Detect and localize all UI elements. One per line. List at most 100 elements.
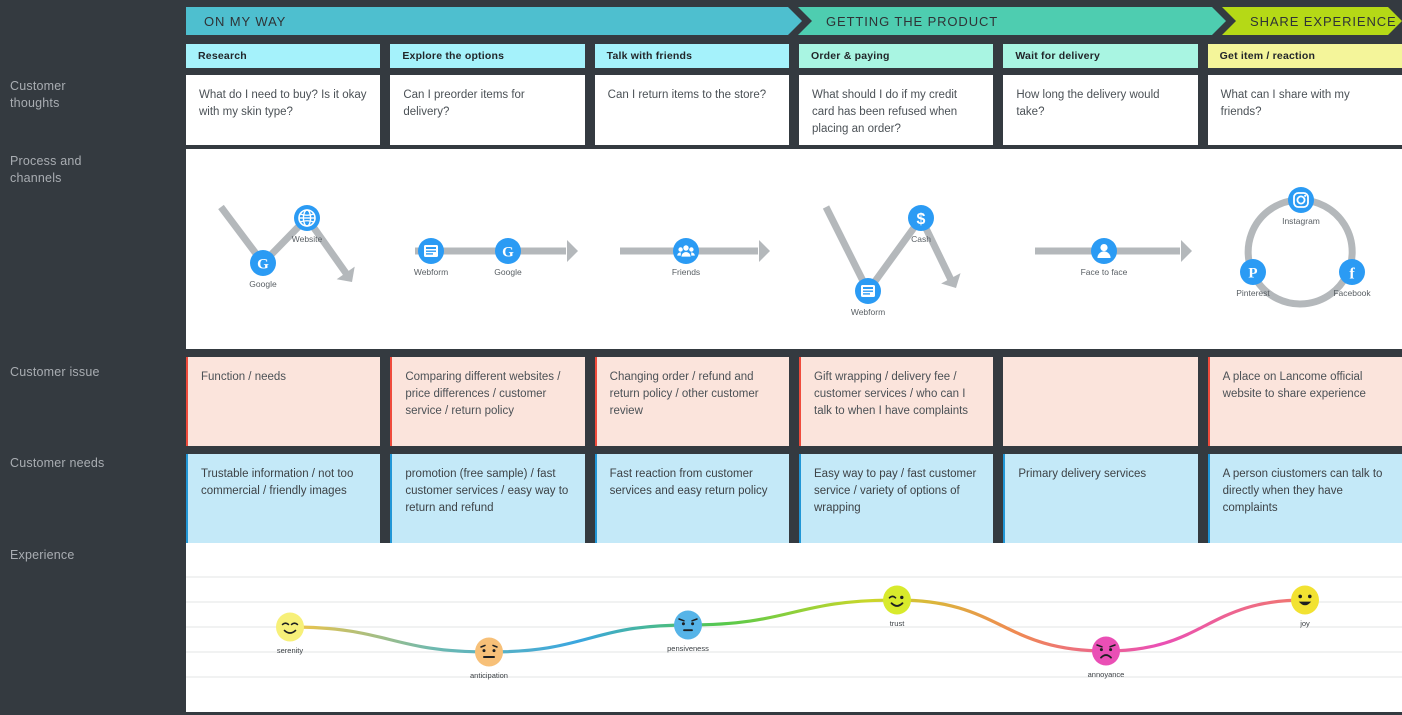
experience-point-annoyance[interactable]: annoyance [1088, 636, 1125, 680]
customer-need-card-2[interactable]: Fast reaction from customer services and… [594, 454, 789, 543]
customer-thought-card-2[interactable]: Can I return items to the store? [594, 75, 789, 145]
step-header-row: Research Explore the options Talk with fri… [186, 44, 1402, 68]
process-node-label: Google [494, 267, 522, 277]
experience-point-label: trust [890, 619, 906, 628]
process-node-label: Google [249, 279, 277, 289]
customer-need-card-5[interactable]: A person ciustomers can talk to directly… [1207, 454, 1402, 543]
experience-point-label: serenity [277, 646, 304, 655]
experience-point-label: annoyance [1088, 670, 1125, 679]
experience-point-pensiveness[interactable]: pensiveness [667, 610, 709, 654]
customer-thought-card-3[interactable]: What should I do if my credit card has b… [799, 75, 994, 145]
customer-issue-card-3[interactable]: Gift wrapping / delivery fee / customer … [799, 357, 994, 446]
customer-thought-card-0[interactable]: What do I need to buy? Is it okay with m… [186, 75, 381, 145]
svg-text:G: G [502, 244, 514, 260]
customer-issue-card-0[interactable]: Function / needs [186, 357, 381, 446]
step-header-label: Explore the options [402, 50, 505, 62]
customer-thought-card-text: What do I need to buy? Is it okay with m… [199, 89, 367, 118]
process-node-3[interactable]: G Google [494, 238, 522, 277]
process-node-label: Pinterest [1236, 288, 1270, 298]
customer-need-card-4[interactable]: Primary delivery services [1003, 454, 1198, 543]
step-header-0[interactable]: Research [186, 44, 381, 68]
step-header-3[interactable]: Order & paying [799, 44, 994, 68]
stage-header-bar: ON MY WAY GETTING THE PRODUCT SHARE EXPERI… [186, 7, 1402, 35]
stage-0[interactable]: ON MY WAY [186, 7, 802, 35]
process-node-label: Instagram [1282, 216, 1320, 226]
customer-thought-card-4[interactable]: How long the delivery would take? [1003, 75, 1198, 145]
process-node-label: Webform [414, 267, 448, 277]
instagram-icon [1288, 187, 1314, 213]
step-header-4[interactable]: Wait for delivery [1003, 44, 1198, 68]
step-header-1[interactable]: Explore the options [390, 44, 585, 68]
customer-need-card-text: Primary delivery services [1018, 468, 1147, 480]
step-header-label: Talk with friends [606, 50, 693, 62]
stage-1[interactable]: GETTING THE PRODUCT [798, 7, 1226, 35]
customer-need-card-text: promotion (free sample) / fast customer … [405, 468, 569, 514]
customer-thought-card-text: Can I preorder items for delivery? [403, 89, 525, 118]
customer-thought-card-1[interactable]: Can I preorder items for delivery? [390, 75, 585, 145]
experience-line [288, 598, 1307, 654]
process-node-6[interactable]: Webform [851, 278, 885, 317]
process-node-0[interactable]: Website [292, 205, 323, 244]
process-node-label: Cash [911, 234, 931, 244]
customer-thought-card-5[interactable]: What can I share with my friends? [1207, 75, 1402, 145]
customer-issue-card-1[interactable]: Comparing different websites / price dif… [390, 357, 585, 446]
webform-icon [418, 238, 444, 264]
process-node-5[interactable]: $ Cash [908, 205, 934, 244]
customer-need-card-text: Fast reaction from customer services and… [609, 468, 768, 497]
process-diagram: Website G Google Webform G Google Friends $ Cash… [218, 187, 1371, 317]
process-and-channels-row: Website G Google Webform G Google Friends $ Cash… [186, 149, 1402, 349]
step-header-5[interactable]: Get item / reaction [1207, 44, 1402, 68]
customer-need-card-text: A person ciustomers can talk to directly… [1222, 468, 1383, 514]
webform-icon [855, 278, 881, 304]
process-node-label: Website [292, 234, 323, 244]
customer-thought-card-text: What should I do if my credit card has b… [812, 89, 958, 135]
rail-label-customer-thoughts: Customer thoughts [10, 79, 66, 110]
step-header-label: Order & paying [811, 50, 890, 62]
process-node-8[interactable]: Instagram [1282, 187, 1320, 226]
process-node-1[interactable]: G Google [249, 250, 277, 289]
stage-label: SHARE EXPERIENCE [1250, 13, 1397, 29]
customer-issue-card-4[interactable] [1003, 357, 1198, 446]
experience-point-joy[interactable]: joy [1291, 585, 1319, 629]
process-node-9[interactable]: P Pinterest [1236, 259, 1270, 298]
process-node-label: Facebook [1333, 288, 1371, 298]
customer-issue-card-text: Comparing different websites / price dif… [405, 371, 561, 417]
stage-label: ON MY WAY [204, 13, 287, 29]
experience-point-trust[interactable]: trust [883, 585, 911, 629]
step-header-label: Get item / reaction [1219, 50, 1316, 62]
customer-issue-card-5[interactable]: A place on Lancome official website to s… [1207, 357, 1402, 446]
customer-issue-card-2[interactable]: Changing order / refund and return polic… [594, 357, 789, 446]
customer-need-card-1[interactable]: promotion (free sample) / fast customer … [390, 454, 585, 543]
customer-issue-row: Function / needs Comparing different webs… [186, 357, 1402, 446]
step-header-2[interactable]: Talk with friends [594, 44, 789, 68]
customer-need-card-text: Easy way to pay / fast customer service … [814, 468, 977, 514]
customer-issue-card-text: Gift wrapping / delivery fee / customer … [814, 371, 969, 417]
experience-point-serenity[interactable]: serenity [276, 612, 304, 656]
google-icon: G [495, 238, 521, 264]
rail-label-experience: Experience [10, 548, 75, 562]
customer-thought-card-text: How long the delivery would take? [1016, 89, 1160, 118]
process-node-label: Friends [672, 267, 700, 277]
google-icon: G [250, 250, 276, 276]
process-node-4[interactable]: Friends [672, 238, 700, 277]
svg-text:f: f [1349, 265, 1355, 282]
svg-text:$: $ [917, 211, 926, 228]
experience-point-anticipation[interactable]: anticipation [470, 637, 508, 681]
globe-icon [294, 205, 320, 231]
process-node-7[interactable]: Face to face [1081, 238, 1128, 277]
process-node-2[interactable]: Webform [414, 238, 448, 277]
svg-text:P: P [1248, 266, 1257, 282]
journey-map-canvas: Customer thoughts Process and channels Custo… [0, 0, 1402, 715]
experience-point-label: joy [1299, 619, 1310, 628]
experience-curve: serenity anticipation pensiveness trust anno… [186, 576, 1402, 681]
customer-need-card-3[interactable]: Easy way to pay / fast customer service … [799, 454, 994, 543]
customer-need-card-0[interactable]: Trustable information / not too commerci… [186, 454, 381, 543]
process-node-10[interactable]: f Facebook [1333, 259, 1371, 298]
friends-icon [673, 238, 699, 264]
experience-point-label: pensiveness [667, 644, 709, 653]
rail-label-process-and-channels: Process and channels [10, 154, 82, 185]
stage-2[interactable]: SHARE EXPERIENCE [1222, 7, 1402, 35]
customer-thought-card-text: What can I share with my friends? [1220, 89, 1350, 118]
pinterest-icon: P [1240, 259, 1266, 285]
customer-issue-card-text: Function / needs [201, 371, 287, 383]
